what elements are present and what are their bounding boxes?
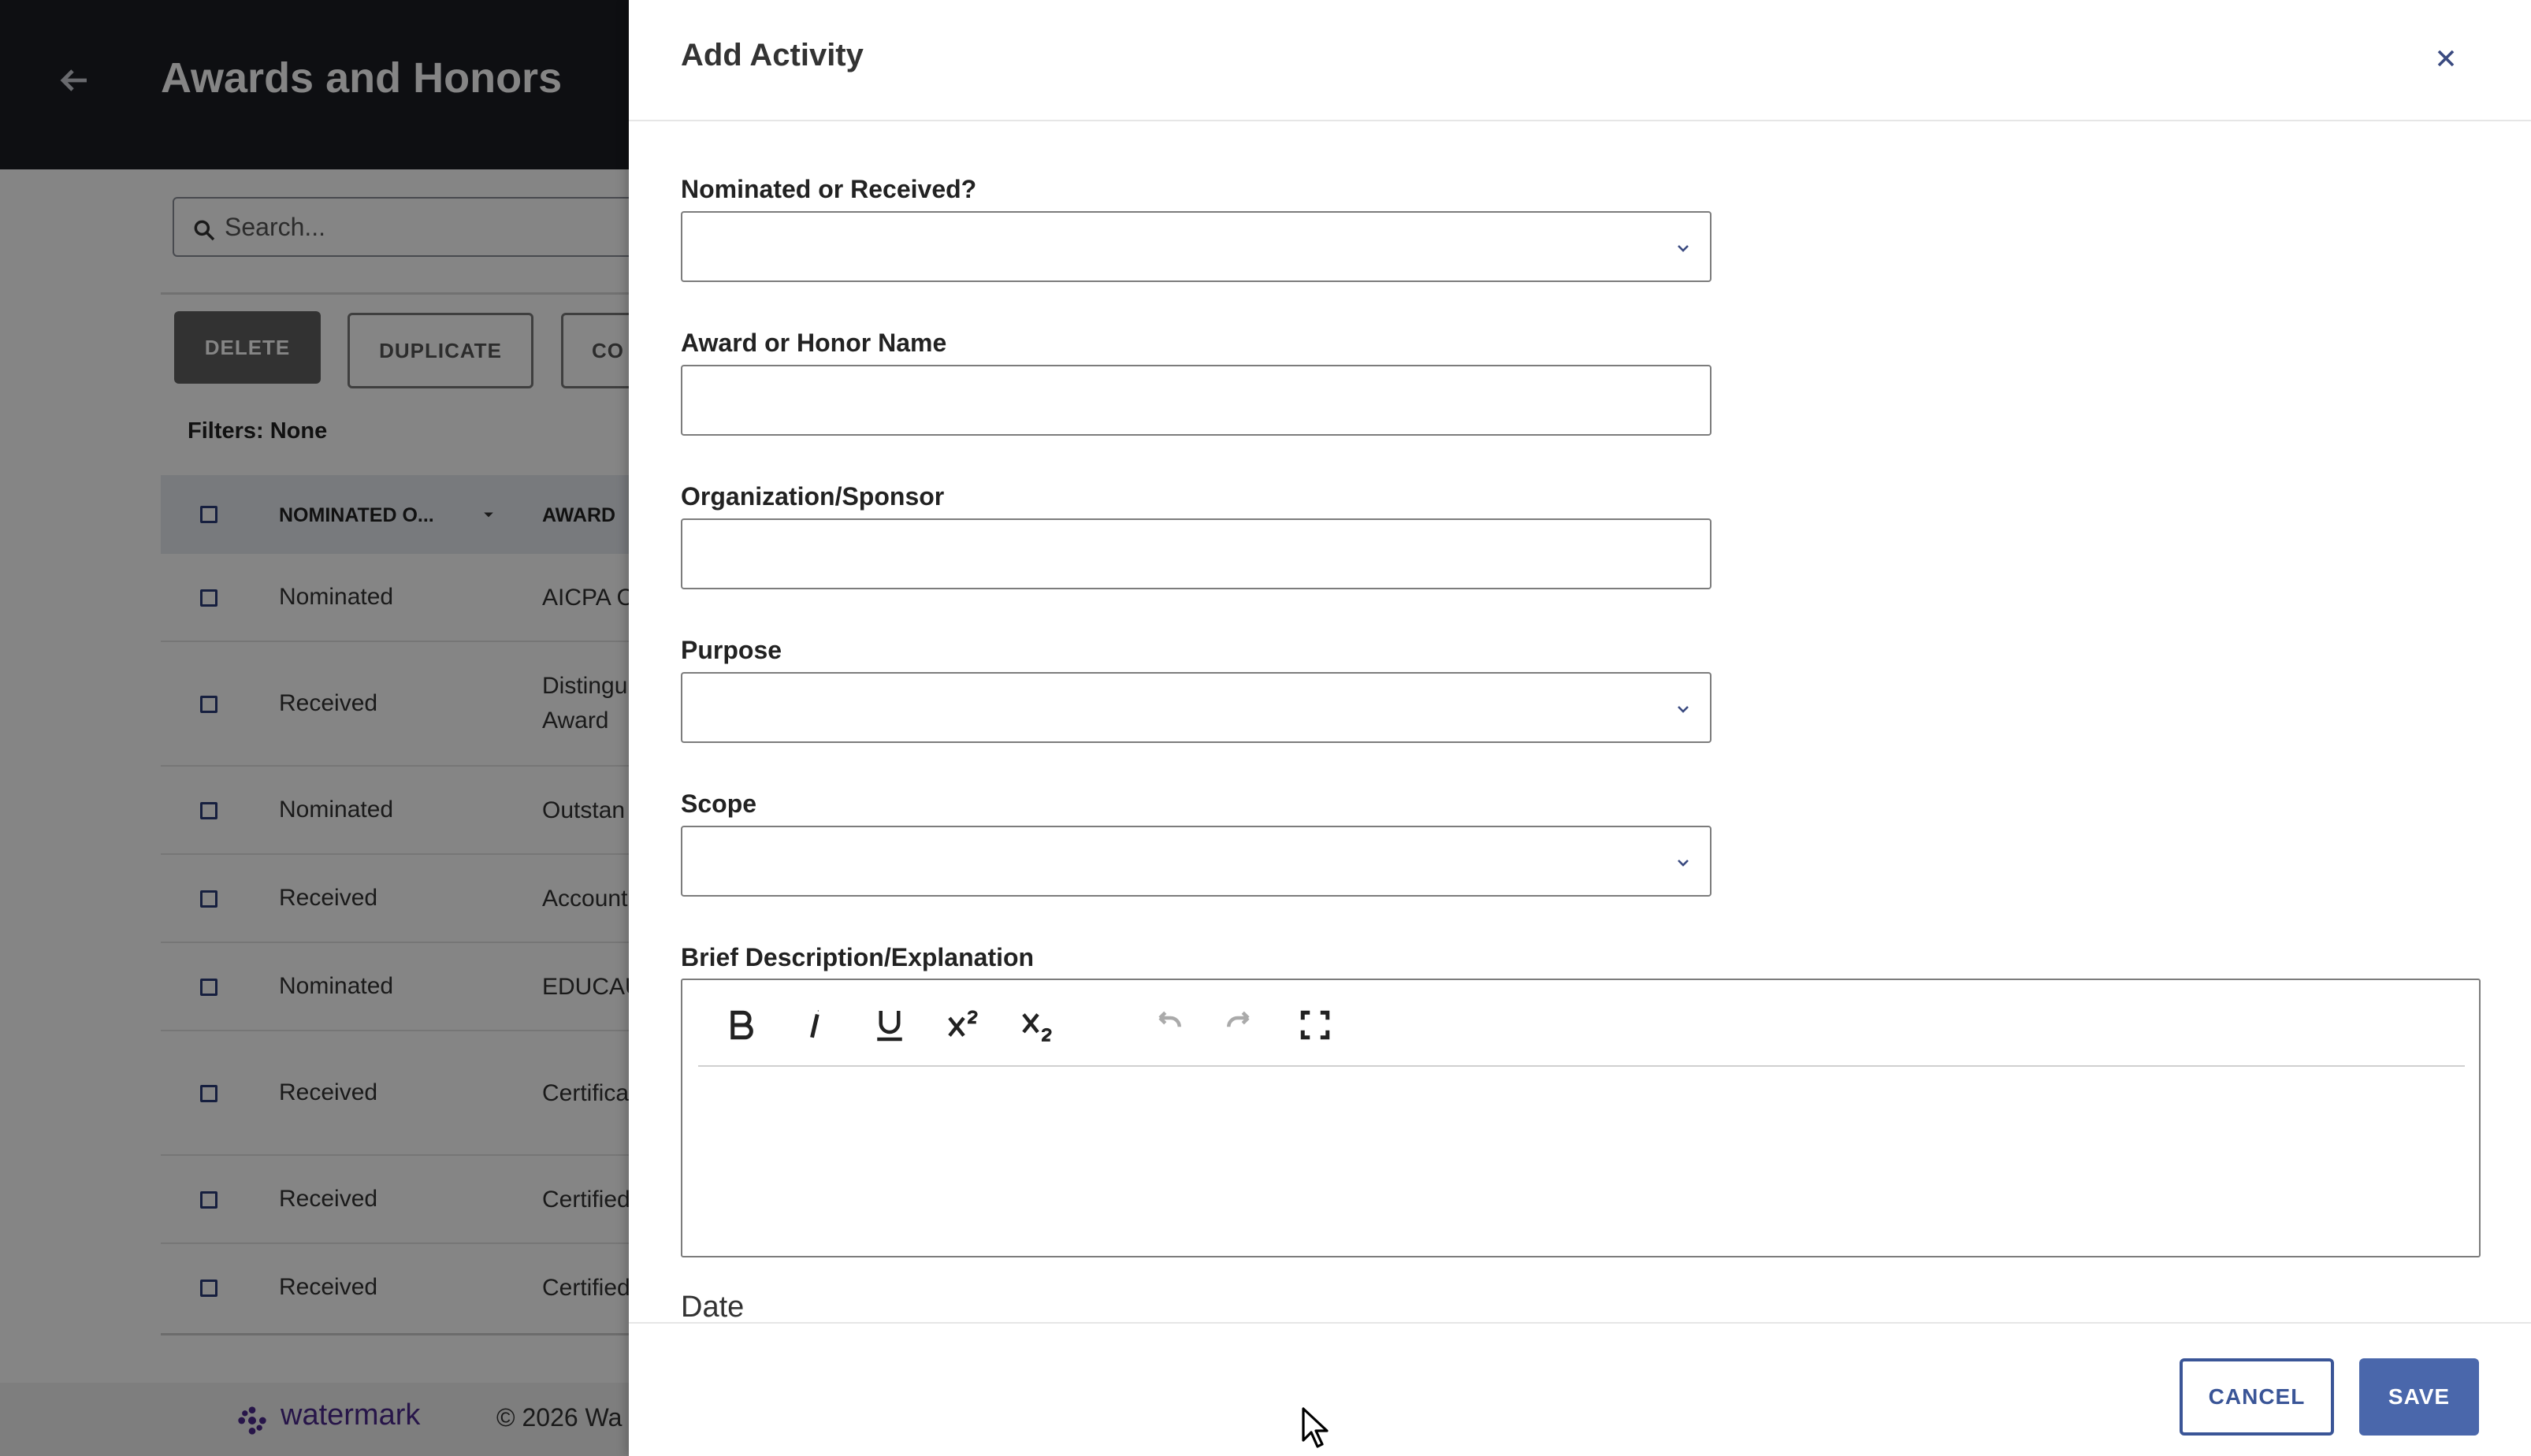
drawer-footer: CANCEL SAVE <box>629 1322 2531 1456</box>
mouse-cursor-icon <box>1302 1407 1329 1448</box>
save-button[interactable]: SAVE <box>2359 1358 2479 1436</box>
chevron-down-icon <box>1678 245 1689 252</box>
scope-label: Scope <box>681 789 757 818</box>
description-label: Brief Description/Explanation <box>681 943 1035 971</box>
chevron-down-icon <box>1678 706 1689 713</box>
superscript-icon[interactable] <box>942 1004 985 1046</box>
italic-icon[interactable] <box>794 1004 837 1046</box>
purpose-label: Purpose <box>681 636 782 664</box>
award-name-label: Award or Honor Name <box>681 329 947 357</box>
close-icon[interactable] <box>2432 44 2460 72</box>
underline-icon[interactable] <box>868 1004 911 1046</box>
drawer-title: Add Activity <box>681 38 864 72</box>
add-activity-drawer: Add Activity Nominated or Received? Awar… <box>629 0 2531 1456</box>
organization-input[interactable] <box>681 518 1711 589</box>
date-label: Date <box>681 1291 745 1324</box>
redo-icon[interactable] <box>1220 1004 1262 1046</box>
subscript-icon[interactable] <box>1016 1004 1059 1046</box>
toolbar-divider <box>698 1065 2465 1067</box>
chevron-down-icon <box>1678 860 1689 867</box>
nominated-label: Nominated or Received? <box>681 175 977 203</box>
scope-select[interactable] <box>681 826 1711 897</box>
purpose-select[interactable] <box>681 672 1711 743</box>
description-editor[interactable] <box>681 979 2481 1257</box>
nominated-select[interactable] <box>681 211 1711 282</box>
undo-icon[interactable] <box>1146 1004 1188 1046</box>
award-name-input[interactable] <box>681 365 1711 436</box>
bold-icon[interactable] <box>720 1004 763 1046</box>
cancel-button[interactable]: CANCEL <box>2180 1358 2334 1436</box>
organization-label: Organization/Sponsor <box>681 482 945 511</box>
fullscreen-icon[interactable] <box>1294 1004 1336 1046</box>
drawer-header: Add Activity <box>629 0 2531 121</box>
